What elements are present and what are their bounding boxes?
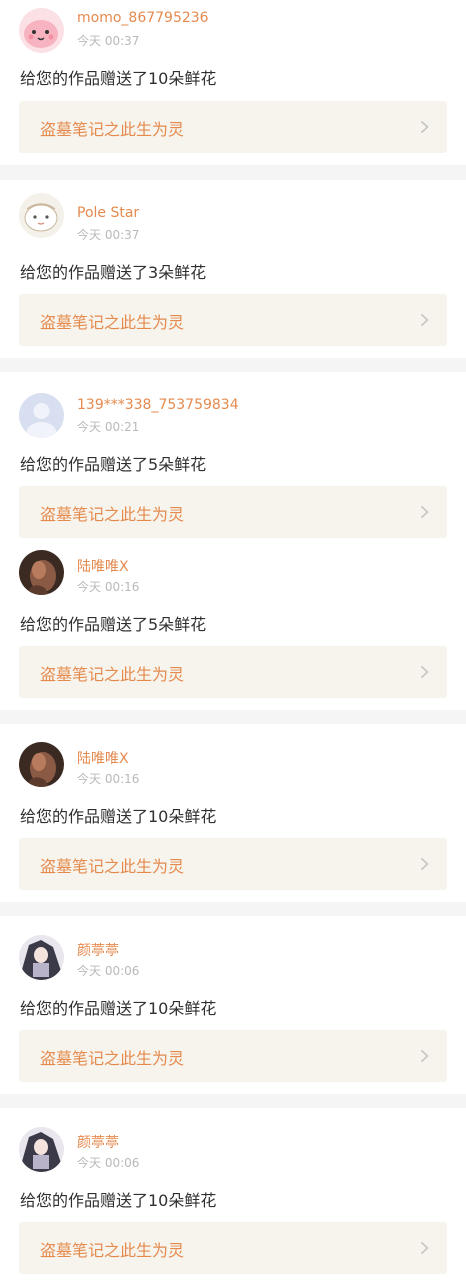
gift-message: 给您的作品赠送了5朵鲜花 — [20, 455, 207, 474]
chevron-right-icon — [420, 313, 429, 327]
work-link-card[interactable]: 盗墓笔记之此生为灵 — [19, 101, 447, 153]
gift-notification-item: 陆唯唯X 今天 00:16 给您的作品赠送了10朵鲜花 盗墓笔记之此生为灵 — [0, 724, 466, 902]
chevron-right-icon — [420, 120, 429, 134]
username[interactable]: 颜葶葶 — [77, 940, 119, 960]
chevron-right-icon — [420, 505, 429, 519]
avatar[interactable] — [19, 393, 64, 438]
username[interactable]: 陆唯唯X — [77, 748, 129, 768]
gift-notification-item: 颜葶葶 今天 00:06 给您的作品赠送了10朵鲜花 盗墓笔记之此生为灵 — [0, 916, 466, 1094]
username[interactable]: momo_867795236 — [77, 10, 209, 26]
avatar[interactable] — [19, 550, 64, 595]
cartoon-face-avatar-icon — [19, 193, 64, 238]
pink-blob-avatar-icon — [19, 8, 64, 53]
chevron-right-icon — [420, 857, 429, 871]
work-link-card[interactable]: 盗墓笔记之此生为灵 — [19, 1222, 447, 1274]
work-link-card[interactable]: 盗墓笔记之此生为灵 — [19, 646, 447, 698]
work-link-card[interactable]: 盗墓笔记之此生为灵 — [19, 1030, 447, 1082]
default-person-avatar-icon — [19, 393, 64, 438]
work-link-card[interactable]: 盗墓笔记之此生为灵 — [19, 294, 447, 346]
gift-message: 给您的作品赠送了10朵鲜花 — [20, 69, 217, 88]
username[interactable]: 陆唯唯X — [77, 556, 129, 576]
work-title: 盗墓笔记之此生为灵 — [40, 120, 185, 139]
chevron-right-icon — [420, 1049, 429, 1063]
avatar[interactable] — [19, 935, 64, 980]
timestamp: 今天 00:16 — [77, 772, 140, 786]
timestamp: 今天 00:06 — [77, 1156, 140, 1170]
gift-message: 给您的作品赠送了10朵鲜花 — [20, 1191, 217, 1210]
gift-notification-item: 陆唯唯X 今天 00:16 给您的作品赠送了5朵鲜花 盗墓笔记之此生为灵 — [0, 540, 466, 710]
avatar[interactable] — [19, 1127, 64, 1172]
gift-notification-feed: momo_867795236 今天 00:37 给您的作品赠送了10朵鲜花 盗墓… — [0, 0, 466, 1280]
work-title: 盗墓笔记之此生为灵 — [40, 665, 185, 684]
timestamp: 今天 00:16 — [77, 580, 140, 594]
work-title: 盗墓笔记之此生为灵 — [40, 313, 185, 332]
chevron-right-icon — [420, 665, 429, 679]
work-title: 盗墓笔记之此生为灵 — [40, 857, 185, 876]
gift-notification-item: momo_867795236 今天 00:37 给您的作品赠送了10朵鲜花 盗墓… — [0, 0, 466, 165]
work-link-card[interactable]: 盗墓笔记之此生为灵 — [19, 486, 447, 538]
username[interactable]: Pole Star — [77, 205, 139, 221]
avatar[interactable] — [19, 193, 64, 238]
gift-notification-item: 139***338_753759834 今天 00:21 给您的作品赠送了5朵鲜… — [0, 372, 466, 540]
avatar[interactable] — [19, 8, 64, 53]
gift-message: 给您的作品赠送了5朵鲜花 — [20, 615, 207, 634]
gift-notification-item: 颜葶葶 今天 00:06 给您的作品赠送了10朵鲜花 盗墓笔记之此生为灵 — [0, 1108, 466, 1280]
character-avatar-icon — [19, 935, 64, 980]
character-avatar-icon — [19, 1127, 64, 1172]
username[interactable]: 颜葶葶 — [77, 1132, 119, 1152]
gift-message: 给您的作品赠送了3朵鲜花 — [20, 263, 207, 282]
work-title: 盗墓笔记之此生为灵 — [40, 1241, 185, 1260]
work-link-card[interactable]: 盗墓笔记之此生为灵 — [19, 838, 447, 890]
avatar[interactable] — [19, 742, 64, 787]
photo-avatar-icon — [19, 550, 64, 595]
timestamp: 今天 00:37 — [77, 34, 140, 48]
chevron-right-icon — [420, 1241, 429, 1255]
work-title: 盗墓笔记之此生为灵 — [40, 1049, 185, 1068]
gift-notification-item: Pole Star 今天 00:37 给您的作品赠送了3朵鲜花 盗墓笔记之此生为… — [0, 180, 466, 358]
gift-message: 给您的作品赠送了10朵鲜花 — [20, 999, 217, 1018]
timestamp: 今天 00:06 — [77, 964, 140, 978]
photo-avatar-icon — [19, 742, 64, 787]
username[interactable]: 139***338_753759834 — [77, 397, 239, 413]
gift-message: 给您的作品赠送了10朵鲜花 — [20, 807, 217, 826]
timestamp: 今天 00:21 — [77, 420, 140, 434]
work-title: 盗墓笔记之此生为灵 — [40, 505, 185, 524]
timestamp: 今天 00:37 — [77, 228, 140, 242]
